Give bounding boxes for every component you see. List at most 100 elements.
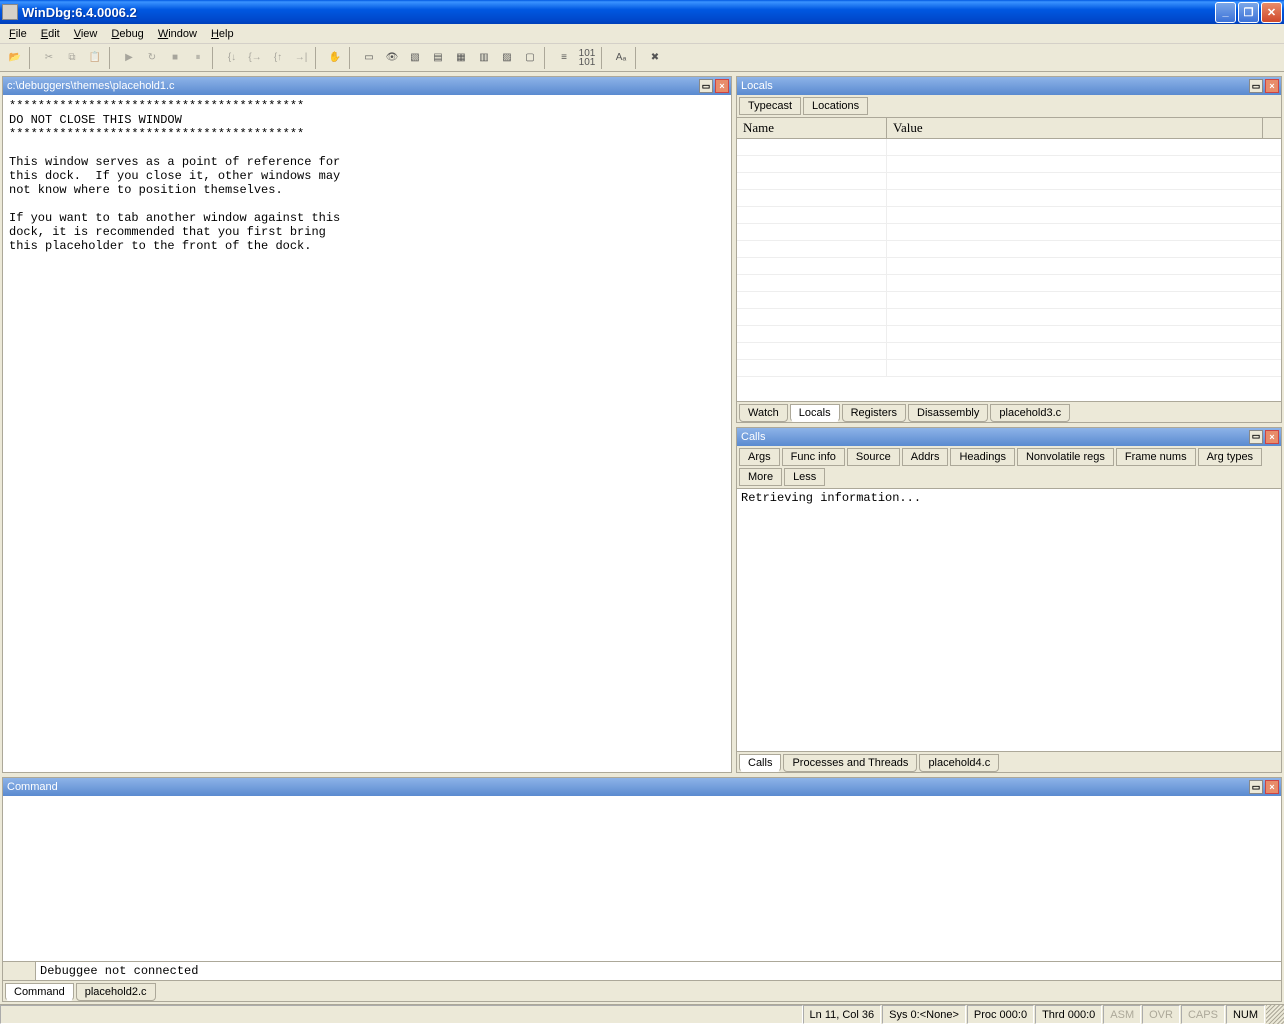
command-pane-dock-icon[interactable]: ▭: [1249, 780, 1263, 794]
locals-pane-dock-icon[interactable]: ▭: [1249, 79, 1263, 93]
locals-row[interactable]: [737, 326, 1281, 343]
binary-icon[interactable]: 101 101: [576, 47, 598, 69]
resize-grip-icon[interactable]: [1266, 1005, 1284, 1024]
locals-grid-body[interactable]: [737, 139, 1281, 401]
watch-window-icon[interactable]: 👁: [381, 47, 403, 69]
tab-calls[interactable]: Calls: [739, 754, 781, 772]
maximize-button[interactable]: ❐: [1238, 2, 1259, 23]
statusbar-spacer: [0, 1005, 803, 1024]
calls-btn-nonvolatile-regs[interactable]: Nonvolatile regs: [1017, 448, 1114, 466]
calls-pane-close-icon[interactable]: ×: [1265, 430, 1279, 444]
font-icon[interactable]: Aₐ: [610, 47, 632, 69]
tab-registers[interactable]: Registers: [842, 404, 906, 422]
status-thrd: Thrd 000:0: [1035, 1005, 1102, 1024]
menu-view[interactable]: View: [67, 26, 105, 42]
tab-locals[interactable]: Locals: [790, 404, 840, 422]
locals-row[interactable]: [737, 275, 1281, 292]
calls-btn-arg-types[interactable]: Arg types: [1198, 448, 1262, 466]
calls-btn-args[interactable]: Args: [739, 448, 780, 466]
breakpoint-icon[interactable]: ✋: [324, 47, 346, 69]
locals-row[interactable]: [737, 207, 1281, 224]
menu-debug[interactable]: Debug: [104, 26, 150, 42]
close-button[interactable]: ✕: [1261, 2, 1282, 23]
calls-content[interactable]: Retrieving information...: [737, 489, 1281, 752]
toolbar-separator: [349, 47, 355, 69]
locals-row[interactable]: [737, 309, 1281, 326]
locals-btn-typecast[interactable]: Typecast: [739, 97, 801, 115]
locals-col-spacer: [1263, 118, 1281, 138]
tab-disassembly[interactable]: Disassembly: [908, 404, 988, 422]
toolbar-separator: [315, 47, 321, 69]
command-prompt: [3, 962, 35, 980]
calls-btn-more[interactable]: More: [739, 468, 782, 486]
menu-file[interactable]: File: [2, 26, 34, 42]
calls-btn-less[interactable]: Less: [784, 468, 825, 486]
calls-btn-frame-nums[interactable]: Frame nums: [1116, 448, 1196, 466]
main-area: c:\debuggers\themes\placehold1.c ▭ × ***…: [0, 72, 1284, 1004]
menu-edit[interactable]: Edit: [34, 26, 67, 42]
locals-col-name[interactable]: Name: [737, 118, 887, 138]
command-output[interactable]: [3, 796, 1281, 961]
minimize-button[interactable]: _: [1215, 2, 1236, 23]
titlebar: WinDbg:6.4.0006.2 _ ❐ ✕: [0, 0, 1284, 24]
tab-placehold4-c[interactable]: placehold4.c: [919, 754, 999, 772]
locals-pane: Locals ▭ × TypecastLocations Name Value …: [736, 76, 1282, 423]
tab-processes-and-threads[interactable]: Processes and Threads: [783, 754, 917, 772]
locals-row[interactable]: [737, 173, 1281, 190]
calls-btn-source[interactable]: Source: [847, 448, 900, 466]
break-icon: ⏸: [187, 47, 209, 69]
calls-btn-addrs[interactable]: Addrs: [902, 448, 949, 466]
menubar: FileEditViewDebugWindowHelp: [0, 24, 1284, 44]
status-caps: CAPS: [1181, 1005, 1225, 1024]
source-pane-title: c:\debuggers\themes\placehold1.c: [5, 80, 697, 92]
tab-placehold3-c[interactable]: placehold3.c: [990, 404, 1070, 422]
scratchpad-icon[interactable]: ▢: [519, 47, 541, 69]
disassembly-window-icon[interactable]: ▨: [496, 47, 518, 69]
locals-pane-close-icon[interactable]: ×: [1265, 79, 1279, 93]
calls-pane-titlebar[interactable]: Calls ▭ ×: [737, 428, 1281, 446]
status-proc: Proc 000:0: [967, 1005, 1034, 1024]
tab-command[interactable]: Command: [5, 983, 74, 1001]
registers-window-icon[interactable]: ▤: [427, 47, 449, 69]
locals-row[interactable]: [737, 156, 1281, 173]
locals-window-icon[interactable]: ▧: [404, 47, 426, 69]
toolbar-separator: [109, 47, 115, 69]
tab-watch[interactable]: Watch: [739, 404, 788, 422]
source-pane-dock-icon[interactable]: ▭: [699, 79, 713, 93]
options-icon[interactable]: ✖: [644, 47, 666, 69]
locals-row[interactable]: [737, 241, 1281, 258]
step-into-icon: {↓: [221, 47, 243, 69]
source-pane-titlebar[interactable]: c:\debuggers\themes\placehold1.c ▭ ×: [3, 77, 731, 95]
locals-top-tabs: TypecastLocations: [737, 95, 1281, 118]
tab-placehold2-c[interactable]: placehold2.c: [76, 983, 156, 1001]
locals-btn-locations[interactable]: Locations: [803, 97, 868, 115]
locals-pane-titlebar[interactable]: Locals ▭ ×: [737, 77, 1281, 95]
source-pane-close-icon[interactable]: ×: [715, 79, 729, 93]
locals-row[interactable]: [737, 224, 1281, 241]
window-title: WinDbg:6.4.0006.2: [22, 5, 1215, 20]
menu-help[interactable]: Help: [204, 26, 241, 42]
locals-row[interactable]: [737, 190, 1281, 207]
locals-row[interactable]: [737, 343, 1281, 360]
callstack-window-icon[interactable]: ▥: [473, 47, 495, 69]
toolbar-separator: [601, 47, 607, 69]
menu-window[interactable]: Window: [151, 26, 204, 42]
source-content[interactable]: ****************************************…: [3, 95, 731, 772]
command-pane-titlebar[interactable]: Command ▭ ×: [3, 778, 1281, 796]
locals-row[interactable]: [737, 292, 1281, 309]
command-window-icon[interactable]: ▭: [358, 47, 380, 69]
locals-row[interactable]: [737, 258, 1281, 275]
open-icon[interactable]: 📂: [4, 47, 26, 69]
command-pane-close-icon[interactable]: ×: [1265, 780, 1279, 794]
locals-row[interactable]: [737, 360, 1281, 377]
locals-row[interactable]: [737, 139, 1281, 156]
command-pane: Command ▭ × Debuggee not connected Comma…: [2, 777, 1282, 1002]
calls-btn-headings[interactable]: Headings: [950, 448, 1014, 466]
memory-window-icon[interactable]: ▦: [450, 47, 472, 69]
source-mode-icon[interactable]: ≡: [553, 47, 575, 69]
calls-bottom-tabs: CallsProcesses and Threadsplacehold4.c: [737, 751, 1281, 772]
locals-table-header: Name Value: [737, 118, 1281, 139]
calls-btn-func-info[interactable]: Func info: [782, 448, 845, 466]
locals-col-value[interactable]: Value: [887, 118, 1263, 138]
calls-pane-dock-icon[interactable]: ▭: [1249, 430, 1263, 444]
